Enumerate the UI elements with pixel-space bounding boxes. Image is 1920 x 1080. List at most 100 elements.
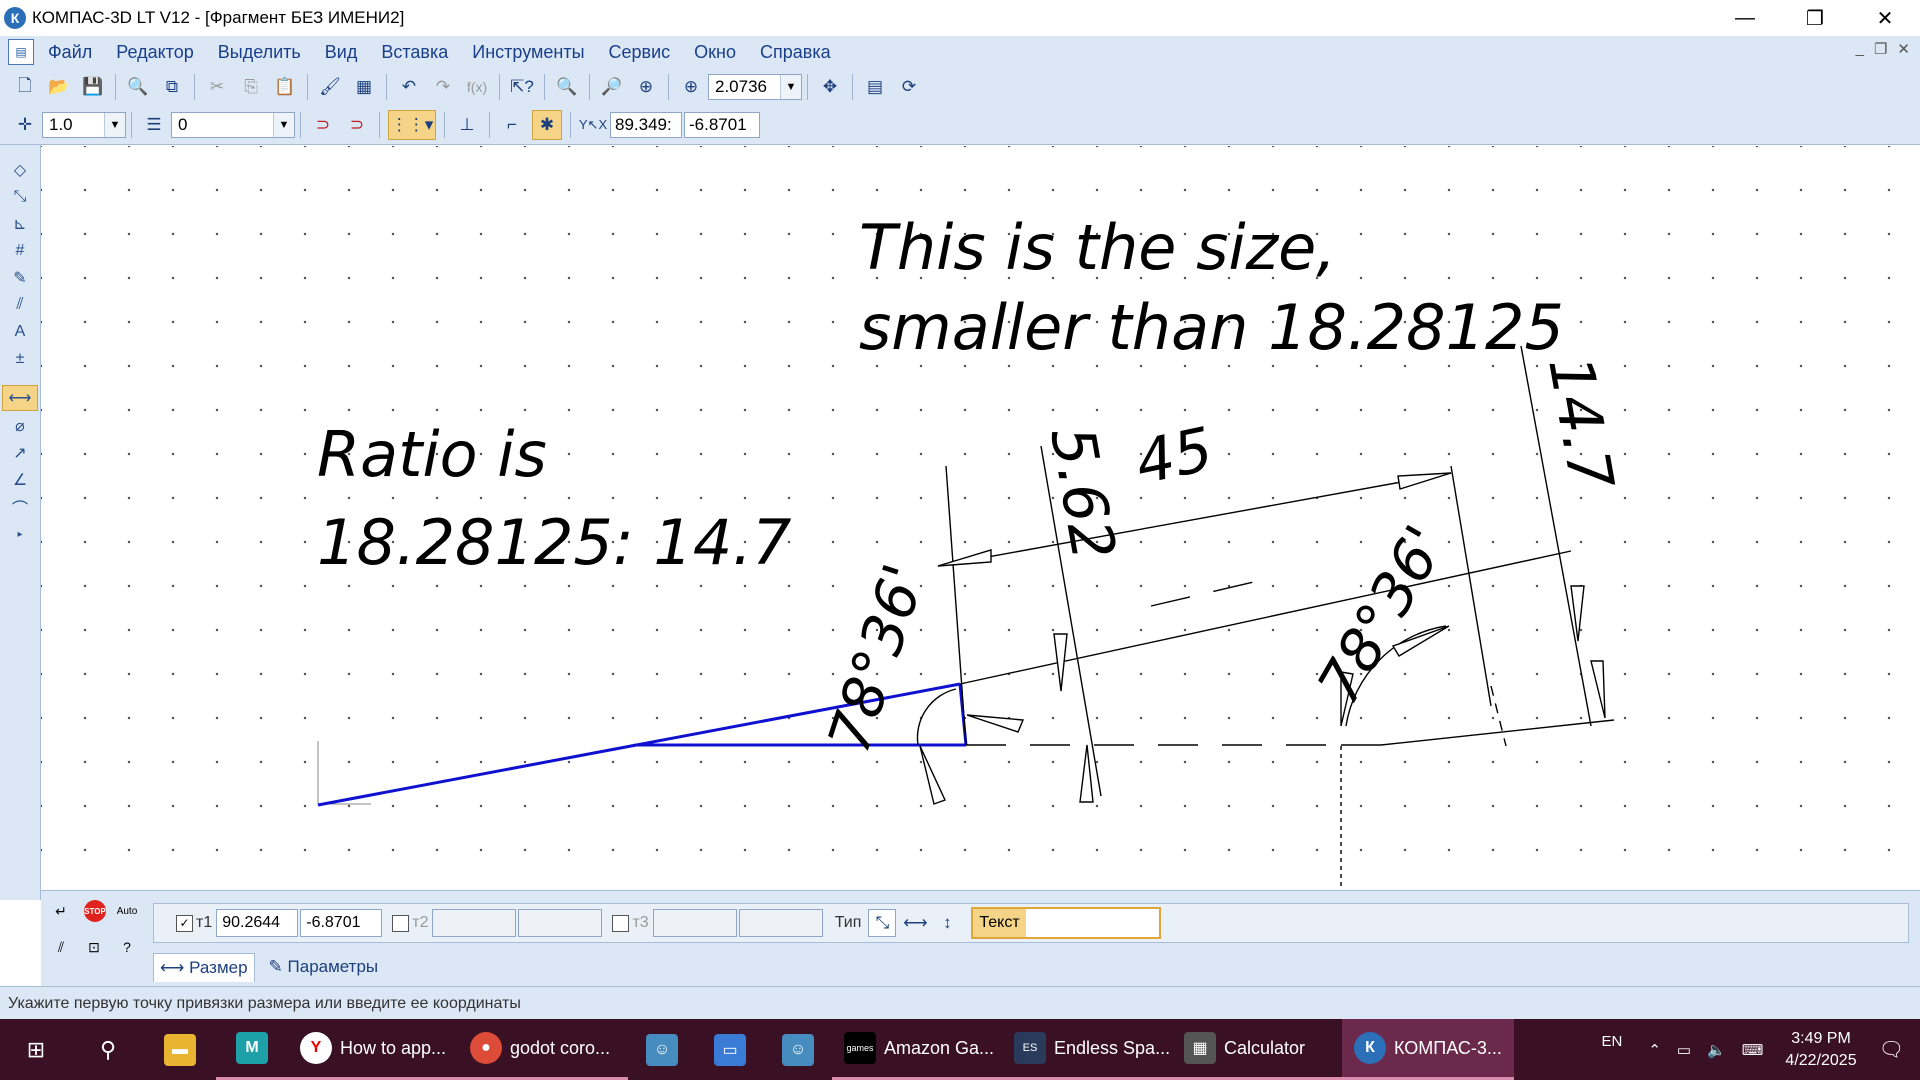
search-icon[interactable]: ⚲ (72, 1019, 144, 1080)
minimize-button[interactable]: — (1710, 0, 1780, 36)
start-button[interactable]: ⊞ (0, 1019, 72, 1080)
layers-icon[interactable]: ☰ (140, 111, 168, 139)
menu-help[interactable]: Справка (760, 42, 831, 63)
spec-icon[interactable]: ± (3, 347, 37, 371)
snaps-icon[interactable]: ⫽ (47, 933, 75, 961)
network-icon[interactable]: ▭ (1677, 1041, 1691, 1059)
coord-y-field[interactable]: -6.8701 (684, 112, 760, 138)
language-indicator[interactable]: EN (1601, 1033, 1622, 1050)
edit-icon[interactable]: ⤡ (3, 185, 37, 209)
taskbar-item-calculator[interactable]: ▦ Calculator (1172, 1019, 1342, 1080)
local-snap-icon[interactable]: ⊃ (343, 111, 371, 139)
step-combo[interactable]: 1.0 ▼ (42, 112, 126, 138)
menu-window[interactable]: Окно (694, 42, 736, 63)
t2-checkbox[interactable] (392, 914, 410, 932)
chevron-up-icon[interactable]: ⌃ (1648, 1041, 1661, 1059)
menu-service[interactable]: Сервис (609, 42, 671, 63)
undo-icon[interactable]: ↶ (395, 73, 423, 101)
angular-dimension-icon[interactable]: ∠ (3, 468, 37, 492)
layer-combo[interactable]: 0 ▼ (171, 112, 295, 138)
parametrize-icon[interactable]: ✱ (532, 110, 562, 140)
ortho-mode-icon[interactable]: ⌐ (498, 111, 526, 139)
new-file-icon[interactable]: 🗋 (11, 73, 39, 101)
create-object-icon[interactable]: ↵ (47, 897, 75, 925)
geometry-icon[interactable]: ◇ (3, 158, 37, 182)
doc-minimize-button[interactable]: _ (1856, 40, 1864, 58)
expand-arrow-icon[interactable]: ▸ (3, 522, 37, 546)
arc-dimension-icon[interactable]: ⌒ (3, 495, 37, 519)
t3-checkbox[interactable] (612, 914, 630, 932)
copy-icon[interactable]: ⎘ (237, 73, 265, 101)
cursor-step-icon[interactable]: ✛ (11, 111, 39, 139)
redraw-icon[interactable]: ⟳ (895, 73, 923, 101)
t1-checkbox[interactable]: ✓ (176, 914, 193, 932)
zoom-in-icon[interactable]: ⊕ (632, 73, 660, 101)
redo-icon[interactable]: ↷ (429, 73, 457, 101)
linear-dimension-icon[interactable]: ⟷ (2, 385, 38, 411)
keyboard-icon[interactable]: ⌨ (1742, 1041, 1764, 1059)
menu-view[interactable]: Вид (325, 42, 358, 63)
dim-type-horizontal-icon[interactable]: ⟷ (902, 910, 928, 936)
t1-x-field[interactable]: 90.2644 (216, 909, 299, 937)
stop-icon[interactable]: STOP (84, 900, 106, 922)
chevron-down-icon[interactable]: ▼ (780, 75, 801, 99)
copy-properties-icon[interactable]: 🖌 (316, 73, 344, 101)
restore-button[interactable]: ❐ (1780, 0, 1850, 36)
zoom-combo[interactable]: 2.0736 ▼ (708, 74, 802, 100)
t2-y-field[interactable] (518, 909, 603, 937)
clock[interactable]: 3:49 PM 4/22/2025 (1785, 1028, 1856, 1072)
file-explorer-icon[interactable]: ▬ (144, 1019, 216, 1080)
t3-y-field[interactable] (738, 909, 823, 937)
menu-select[interactable]: Выделить (218, 42, 301, 63)
measure-icon[interactable]: ⫽ (3, 293, 37, 317)
refresh-view-icon[interactable]: ▤ (861, 73, 889, 101)
text-field[interactable]: Текст (971, 907, 1162, 939)
maya-icon[interactable]: M (216, 1019, 288, 1080)
menu-editor[interactable]: Редактор (116, 42, 193, 63)
notifications-icon[interactable]: 🗨 (1879, 1037, 1904, 1062)
close-button[interactable]: ✕ (1850, 0, 1920, 36)
diameter-dimension-icon[interactable]: ⌀ (3, 414, 37, 438)
taskbar-item-endless-space[interactable]: ES Endless Spa... (1002, 1019, 1172, 1080)
tab-size[interactable]: ⟷ Размер (153, 953, 255, 982)
menu-file[interactable]: Файл (48, 42, 92, 63)
marks-icon[interactable]: # (3, 239, 37, 263)
taskbar-item-kompas[interactable]: К КОМПАС-3... (1342, 1019, 1514, 1080)
doc-close-button[interactable]: ✕ (1897, 40, 1910, 58)
menu-insert[interactable]: Вставка (381, 42, 448, 63)
chevron-down-icon[interactable]: ▼ (104, 113, 125, 137)
local-coords-icon[interactable]: ⊥ (453, 111, 481, 139)
t2-x-field[interactable] (432, 909, 517, 937)
selection-icon[interactable]: A (3, 320, 37, 344)
remote-desktop-icon[interactable]: ▭ (696, 1019, 764, 1080)
grid-toggle-icon[interactable]: ⋮⋮▾ (388, 110, 436, 140)
doc-restore-button[interactable]: ❐ (1874, 40, 1887, 58)
cursor-frame-icon[interactable]: ⊡ (80, 933, 108, 961)
parametrization-icon[interactable]: ⊾ (3, 212, 37, 236)
dim-type-vertical-icon[interactable]: ↕ (934, 910, 960, 936)
volume-icon[interactable]: 🔈 (1707, 1041, 1726, 1059)
zoom-all-icon[interactable]: 🔍 (553, 73, 581, 101)
help-icon[interactable]: ? (113, 933, 141, 961)
taskbar-item-amazon-games[interactable]: games Amazon Ga... (832, 1019, 1002, 1080)
snap-magnet-icon[interactable]: ⊃ (309, 111, 337, 139)
dim-type-aligned-icon[interactable]: ⤡ (868, 909, 897, 937)
properties-list-icon[interactable]: ▦ (350, 73, 378, 101)
pan-icon[interactable]: ✥ (816, 73, 844, 101)
t1-y-field[interactable]: -6.8701 (300, 909, 383, 937)
designation-icon[interactable]: ✎ (3, 266, 37, 290)
zoom-window-icon[interactable]: 🔎 (598, 73, 626, 101)
document-manager-icon[interactable]: ⧉ (158, 73, 186, 101)
chevron-down-icon[interactable]: ▼ (273, 113, 294, 137)
open-folder-icon[interactable]: 📂 (45, 73, 73, 101)
auto-create-icon[interactable]: Auto (113, 897, 141, 925)
help-pointer-icon[interactable]: ⇱? (508, 73, 536, 101)
formula-icon[interactable]: f(x) (463, 73, 491, 101)
tab-params[interactable]: ✎ Параметры (263, 953, 385, 981)
coord-x-field[interactable]: 89.349: (610, 112, 682, 138)
godot-2-icon[interactable]: ☺ (764, 1019, 832, 1080)
godot-icon[interactable]: ☺ (628, 1019, 696, 1080)
paste-icon[interactable]: 📋 (271, 73, 299, 101)
print-preview-icon[interactable]: 🔍 (124, 73, 152, 101)
cut-icon[interactable]: ✂ (203, 73, 231, 101)
